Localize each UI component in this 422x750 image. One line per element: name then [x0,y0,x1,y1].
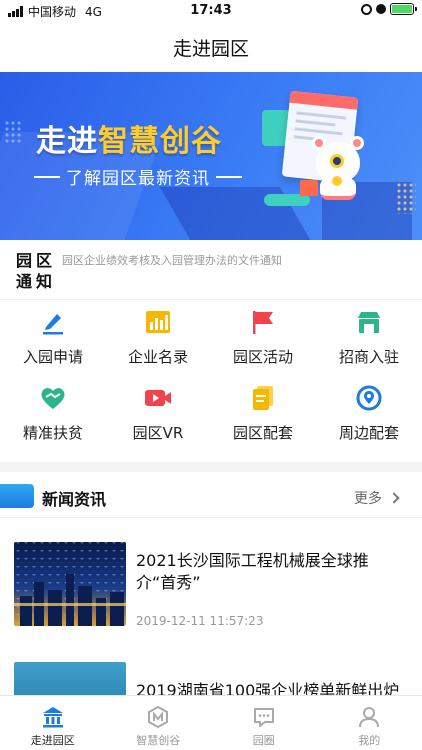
banner-title-part2: 智慧创谷 [98,124,222,159]
status-right [361,3,417,15]
tab-mine[interactable]: 我的 [317,696,422,750]
news-item[interactable]: 2021长沙国际工程机械展全球推介“首秀” 2019-12-11 11:57:2… [0,518,422,638]
feature-label: 园区配套 [232,424,293,442]
tab-bar: 走进园区 智慧创谷 园圈 我的 [0,695,422,750]
banner-title: 走进智慧创谷 [36,116,222,160]
status-bar: 中国移动 4G 17:43 [0,0,422,22]
feature-investment[interactable]: 招商入驻 [316,300,422,376]
feature-label: 周边配套 [338,424,399,442]
feature-label: 园区VR [132,424,184,442]
feature-events[interactable]: 园区活动 [210,300,316,376]
chat-icon [251,704,277,730]
notice-label: 园区 通知 [16,250,56,292]
flag-icon [249,308,277,336]
document-icon [249,384,277,412]
battery-icon [390,3,417,15]
feature-apply[interactable]: 入园申请 [0,300,106,376]
banner-dot-pattern [396,182,416,214]
section-divider [0,462,422,472]
pen-icon [39,308,67,336]
notice-label-line1: 园区 [16,251,57,270]
banner-dot-pattern [4,120,22,144]
banner-title-part1: 走进 [36,124,98,159]
alarm-icon [376,4,386,14]
mascot-illustration [310,136,366,202]
chevron-right-icon [388,492,400,504]
news-section-marker [0,484,34,508]
feature-facilities[interactable]: 园区配套 [210,376,316,452]
feature-vr[interactable]: 园区VR [105,376,211,452]
notice-label-line2: 通知 [16,272,57,291]
news-more-link[interactable]: 更多 [354,488,400,508]
location-icon [355,384,383,412]
feature-grid: 入园申请 企业名录 园区活动 招商入驻 精准扶贫 园区VR 园区配套 周边配套 [0,300,422,456]
tab-circle[interactable]: 园圈 [211,696,317,750]
logo-icon [145,704,171,730]
feature-label: 企业名录 [127,348,188,366]
feature-directory[interactable]: 企业名录 [105,300,211,376]
feature-label: 精准扶贫 [22,424,83,442]
nav-bar: 走进园区 [0,22,422,72]
clock: 17:43 [190,3,232,18]
feature-label: 园区活动 [232,348,293,366]
notice-text[interactable]: 园区企业绩效考核及入园管理办法的文件通知 [62,252,282,268]
tab-label: 智慧创谷 [136,734,181,747]
tab-park[interactable]: 走进园区 [0,696,106,750]
news-thumbnail [14,542,126,626]
news-section-header: 新闻资讯 更多 [0,474,422,518]
store-icon [355,308,383,336]
video-icon [144,384,172,412]
banner-carousel[interactable]: 走进智慧创谷 了解园区最新资讯 [0,72,422,240]
news-date: 2019-12-11 11:57:23 [136,614,264,628]
page-title: 走进园区 [172,37,249,60]
tab-label: 我的 [358,734,381,747]
feature-label: 招商入驻 [338,348,399,366]
feature-poverty-relief[interactable]: 精准扶贫 [0,376,106,452]
user-icon [356,704,382,730]
rotation-lock-icon [361,3,372,15]
tab-label: 走进园区 [30,734,75,747]
banner-subtitle: 了解园区最新资讯 [34,164,242,189]
chart-icon [144,308,172,336]
banner-subtitle-text: 了解园区最新资讯 [66,169,210,189]
tab-smart-valley[interactable]: 智慧创谷 [106,696,212,750]
news-title: 2021长沙国际工程机械展全球推介“首秀” [136,551,369,592]
building-icon [40,704,66,730]
news-more-label: 更多 [354,491,382,507]
tab-label: 园圈 [252,734,275,747]
feature-nearby[interactable]: 周边配套 [316,376,422,452]
handshake-icon [39,384,67,412]
park-notice[interactable]: 园区 通知 园区企业绩效考核及入园管理办法的文件通知 [0,240,422,300]
feature-label: 入园申请 [22,348,83,366]
news-section-title: 新闻资讯 [42,490,107,509]
